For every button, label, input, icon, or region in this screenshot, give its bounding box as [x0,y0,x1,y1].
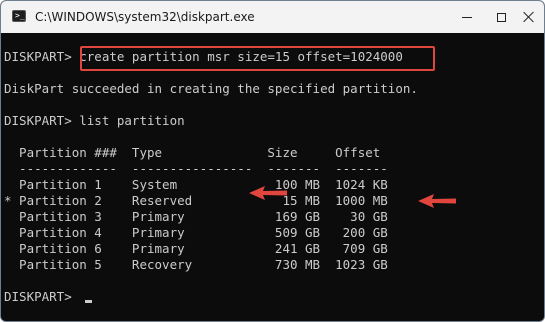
close-icon [523,11,535,23]
table-row: Partition 1 System 100 MB 1024 KB [4,177,388,192]
table-row: Partition 6 Primary 241 GB 709 GB [4,241,388,256]
success-message: DiskPart succeeded in creating the speci… [4,81,418,96]
table-row: Partition 4 Primary 509 GB 200 GB [4,225,388,240]
window-title: C:\WINDOWS\system32\diskpart.exe [35,10,255,24]
terminal-icon: >_ [12,10,26,22]
table-header: Partition ### Type Size Offset [4,145,381,160]
console-area[interactable]: DISKPART> create partition msr size=15 o… [1,33,544,321]
close-button[interactable] [513,1,544,33]
terminal-icon-glyph: >_ [15,11,25,20]
table-row-selected: * Partition 2 Reserved 15 MB 1000 MB [4,193,388,208]
minimize-icon [462,16,472,18]
table-row: Partition 3 Primary 169 GB 30 GB [4,209,388,224]
prompt-line: DISKPART> [4,289,80,304]
text-cursor [85,300,92,303]
table-row: Partition 5 Recovery 730 MB 1023 GB [4,257,388,272]
right-arrow-pointing-left-icon [418,194,456,208]
command-line-list: DISKPART> list partition [4,113,185,128]
diskpart-window: >_ C:\WINDOWS\system32\diskpart.exe DISK… [0,0,545,322]
table-separator: ------------- ---------------- ------- -… [4,161,388,176]
command-highlight-box [80,46,435,71]
maximize-icon [496,12,506,22]
left-pointing-arrow-icon [249,186,287,200]
title-bar[interactable]: >_ C:\WINDOWS\system32\diskpart.exe [1,1,544,33]
